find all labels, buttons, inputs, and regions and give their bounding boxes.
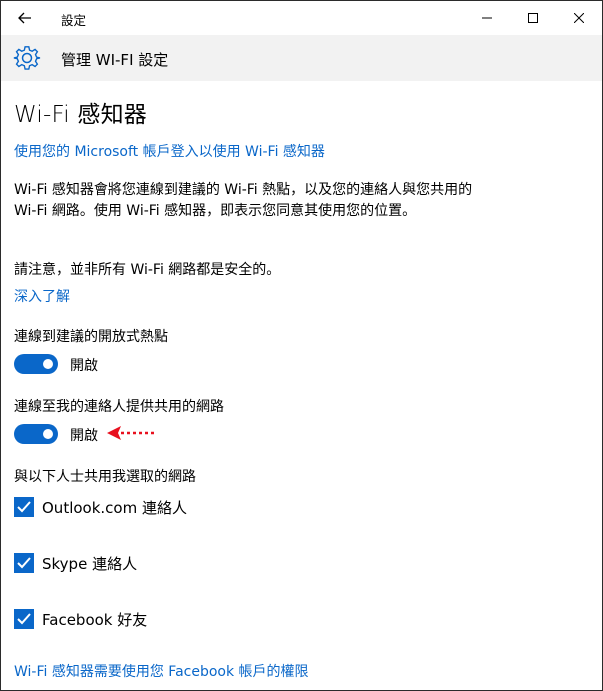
checkbox-label: Outlook.com 連絡人 <box>42 499 187 517</box>
annotation-arrow-icon <box>107 426 155 440</box>
share-label: 與以下人士共用我選取的網路 <box>14 469 196 485</box>
open-hotspots-toggle[interactable] <box>14 354 58 374</box>
learn-more-link[interactable]: 深入了解 <box>14 286 70 306</box>
checkbox[interactable] <box>14 497 34 517</box>
contacts-networks-label: 連線至我的連絡人提供共用的網路 <box>14 399 224 415</box>
checkmark-icon <box>17 613 31 625</box>
page-title: Wi-Fi 感知器 <box>14 102 147 128</box>
checkbox-label: Skype 連絡人 <box>42 555 138 573</box>
header-title: 管理 WI-FI 設定 <box>61 51 169 69</box>
checkmark-icon <box>17 501 31 513</box>
page-header: 管理 WI-FI 設定 <box>1 35 602 81</box>
back-arrow-icon <box>18 12 31 24</box>
checkbox[interactable] <box>14 553 34 573</box>
checkbox[interactable] <box>14 609 34 629</box>
gear-icon <box>13 46 41 70</box>
signin-link[interactable]: 使用您的 Microsoft 帳戶登入以使用 Wi-Fi 感知器 <box>14 141 325 161</box>
settings-window: 設定 管理 WI-FI 設定 Wi-Fi 感知器 使用您的 Microsoft … <box>0 0 603 691</box>
toggle-knob <box>43 429 53 439</box>
security-note: 請注意，並非所有 Wi-Fi 網路都是安全的。 <box>14 262 281 278</box>
window-title: 設定 <box>61 13 87 28</box>
close-button[interactable] <box>556 1 602 35</box>
content-area: Wi-Fi 感知器 使用您的 Microsoft 帳戶登入以使用 Wi-Fi 感… <box>1 81 602 690</box>
description-text: Wi-Fi 感知器會將您連線到建議的 Wi-Fi 熱點，以及您的連絡人與您共用的… <box>14 182 473 219</box>
facebook-permission-link[interactable]: Wi-Fi 感知器需要使用您 Facebook 帳戶的權限 <box>14 661 309 681</box>
minimize-icon <box>482 17 492 19</box>
minimize-button[interactable] <box>464 1 510 35</box>
open-hotspots-state: 開啟 <box>70 358 98 374</box>
back-button[interactable] <box>11 5 39 31</box>
checkmark-icon <box>17 557 31 569</box>
title-bar: 設定 <box>1 1 602 35</box>
contacts-networks-toggle[interactable] <box>14 424 58 444</box>
close-icon <box>574 13 584 23</box>
toggle-knob <box>43 359 53 369</box>
contacts-networks-state: 開啟 <box>70 428 98 444</box>
checkbox-label: Facebook 好友 <box>42 611 148 629</box>
maximize-button[interactable] <box>510 1 556 35</box>
open-hotspots-label: 連線到建議的開放式熱點 <box>14 329 168 345</box>
maximize-icon <box>528 13 538 23</box>
